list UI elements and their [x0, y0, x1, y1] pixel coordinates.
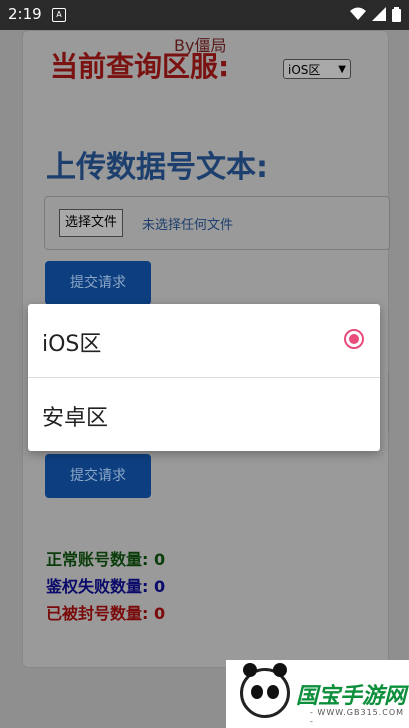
region-picker-dialog: iOS区 安卓区: [28, 304, 380, 451]
battery-icon: [392, 7, 401, 22]
option-android[interactable]: 安卓区: [28, 378, 380, 451]
status-icons: [350, 7, 401, 22]
option-android-label: 安卓区: [42, 406, 109, 431]
watermark-url: - WWW.GB315.COM -: [310, 708, 405, 726]
upload-title: 上传数据号文本:: [46, 150, 268, 185]
submit-button-2[interactable]: 提交请求: [45, 454, 151, 498]
submit-button-1[interactable]: 提交请求: [45, 261, 151, 305]
notification-icon: A: [52, 8, 66, 22]
stat-normal: 正常账号数量: 0: [46, 550, 166, 569]
region-title: 当前查询区服:: [50, 50, 230, 83]
file-input-box: 选择文件 未选择任何文件: [44, 196, 390, 250]
watermark-text: 国宝手游网: [296, 684, 407, 709]
region-select-value: iOS区: [288, 63, 321, 77]
file-status: 未选择任何文件: [142, 218, 234, 233]
wifi-icon: [350, 7, 366, 20]
status-time: 2:19: [8, 5, 42, 23]
option-ios-label: iOS区: [42, 332, 102, 357]
signal-icon: [372, 7, 386, 21]
region-select[interactable]: iOS区 ▼: [283, 59, 351, 79]
chevron-down-icon: ▼: [338, 64, 346, 75]
obscured-box-edge: [380, 372, 389, 432]
watermark: 国宝手游网 - WWW.GB315.COM -: [226, 660, 409, 728]
stat-banned: 已被封号数量: 0: [46, 604, 166, 623]
panda-logo-icon: [240, 663, 290, 718]
option-ios[interactable]: iOS区: [28, 304, 380, 377]
radio-selected-icon[interactable]: [344, 329, 364, 349]
stat-auth-failed: 鉴权失败数量: 0: [46, 577, 166, 596]
choose-file-button[interactable]: 选择文件: [59, 209, 124, 237]
status-bar: 2:19 A: [0, 0, 409, 30]
